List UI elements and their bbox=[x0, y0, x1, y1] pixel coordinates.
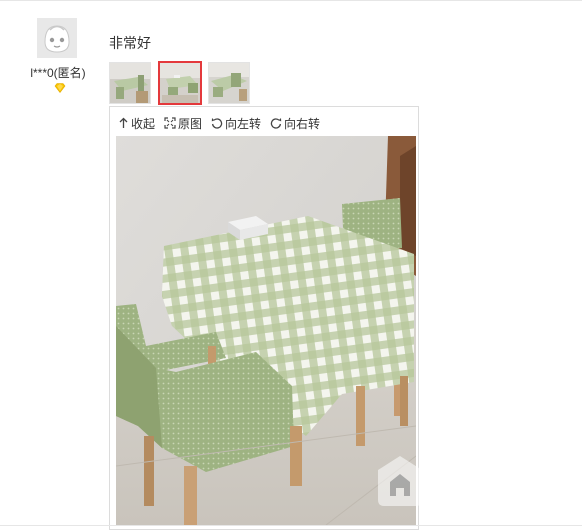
collapse-button[interactable]: 收起 bbox=[118, 115, 155, 132]
review-thumbnail[interactable] bbox=[208, 62, 250, 104]
collapse-arrow-icon bbox=[119, 117, 128, 128]
image-viewer: 收起 原图 向左转 向右转 bbox=[109, 106, 419, 530]
fullscreen-icon bbox=[164, 117, 176, 129]
rotate-left-button[interactable]: 向左转 bbox=[211, 115, 261, 132]
vip-diamond-icon bbox=[54, 83, 66, 93]
bottom-divider bbox=[0, 525, 582, 526]
rotate-right-label: 向右转 bbox=[284, 116, 321, 131]
rotate-right-button[interactable]: 向右转 bbox=[270, 115, 320, 132]
review-photo-large bbox=[116, 136, 416, 525]
original-image-button[interactable]: 原图 bbox=[164, 115, 202, 132]
review-thumbnail-selected[interactable] bbox=[158, 61, 202, 105]
rotate-left-label: 向左转 bbox=[225, 116, 262, 131]
review-text: 非常好 bbox=[109, 35, 151, 51]
top-divider bbox=[0, 0, 582, 1]
user-avatar[interactable] bbox=[37, 18, 77, 58]
rotate-left-icon bbox=[211, 118, 223, 129]
username: l***0(匿名) bbox=[30, 66, 86, 80]
rotate-right-icon bbox=[270, 118, 282, 129]
watermark-logo bbox=[378, 456, 422, 506]
viewer-toolbar: 收起 原图 向左转 向右转 bbox=[118, 115, 329, 131]
default-avatar-icon bbox=[37, 18, 77, 58]
collapse-label: 收起 bbox=[131, 116, 156, 131]
review-thumbnail[interactable] bbox=[109, 62, 151, 104]
original-image-label: 原图 bbox=[178, 116, 203, 131]
